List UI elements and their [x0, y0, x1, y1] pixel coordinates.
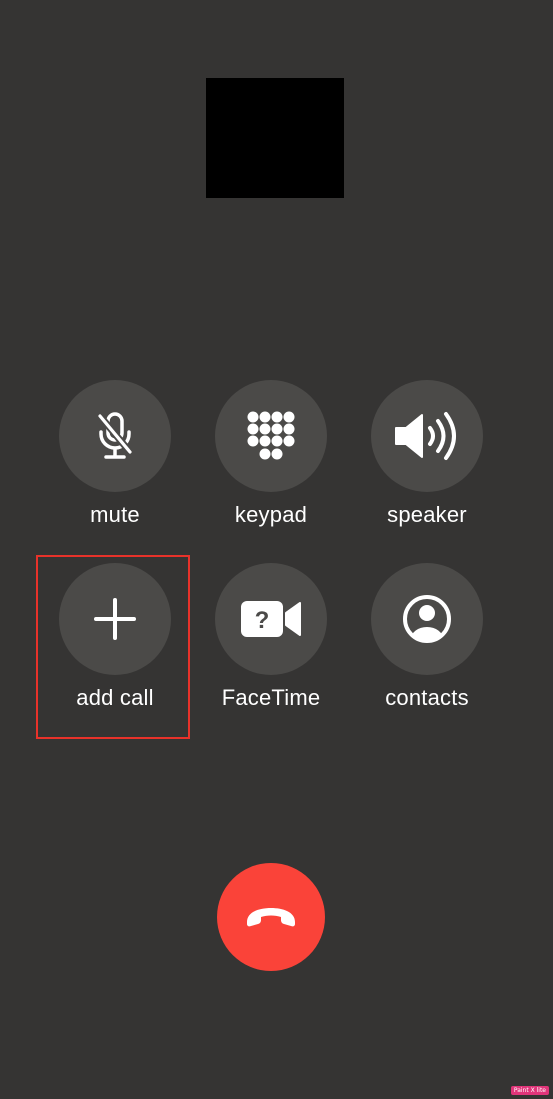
speaker-wave-icon — [395, 412, 456, 460]
mute-control[interactable]: mute — [40, 380, 190, 550]
keypad-control[interactable]: keypad — [196, 380, 346, 550]
keypad-grid-icon — [247, 411, 295, 460]
keypad-button[interactable] — [215, 380, 327, 492]
video-camera-question-icon: ? — [241, 601, 301, 637]
keypad-label: keypad — [234, 502, 308, 527]
phone-hangup-icon — [247, 908, 295, 927]
facetime-label: FaceTime — [221, 685, 321, 710]
speaker-button[interactable] — [371, 380, 483, 492]
mic-slash-icon — [97, 412, 133, 459]
mute-button[interactable] — [59, 380, 171, 492]
speaker-control[interactable]: speaker — [352, 380, 502, 550]
mute-label: mute — [90, 502, 140, 527]
person-circle-icon — [403, 595, 451, 643]
contacts-label: contacts — [385, 685, 469, 710]
contact-photo — [206, 78, 344, 198]
end-call-button[interactable] — [217, 863, 325, 971]
svg-text:?: ? — [255, 607, 270, 634]
speaker-label: speaker — [387, 502, 467, 527]
facetime-control[interactable]: ? FaceTime — [196, 563, 346, 733]
contacts-button[interactable] — [371, 563, 483, 675]
facetime-button[interactable]: ? — [215, 563, 327, 675]
contacts-control[interactable]: contacts — [352, 563, 502, 733]
add-call-highlight-box — [36, 555, 190, 739]
watermark: Paint X lite — [510, 1086, 549, 1095]
